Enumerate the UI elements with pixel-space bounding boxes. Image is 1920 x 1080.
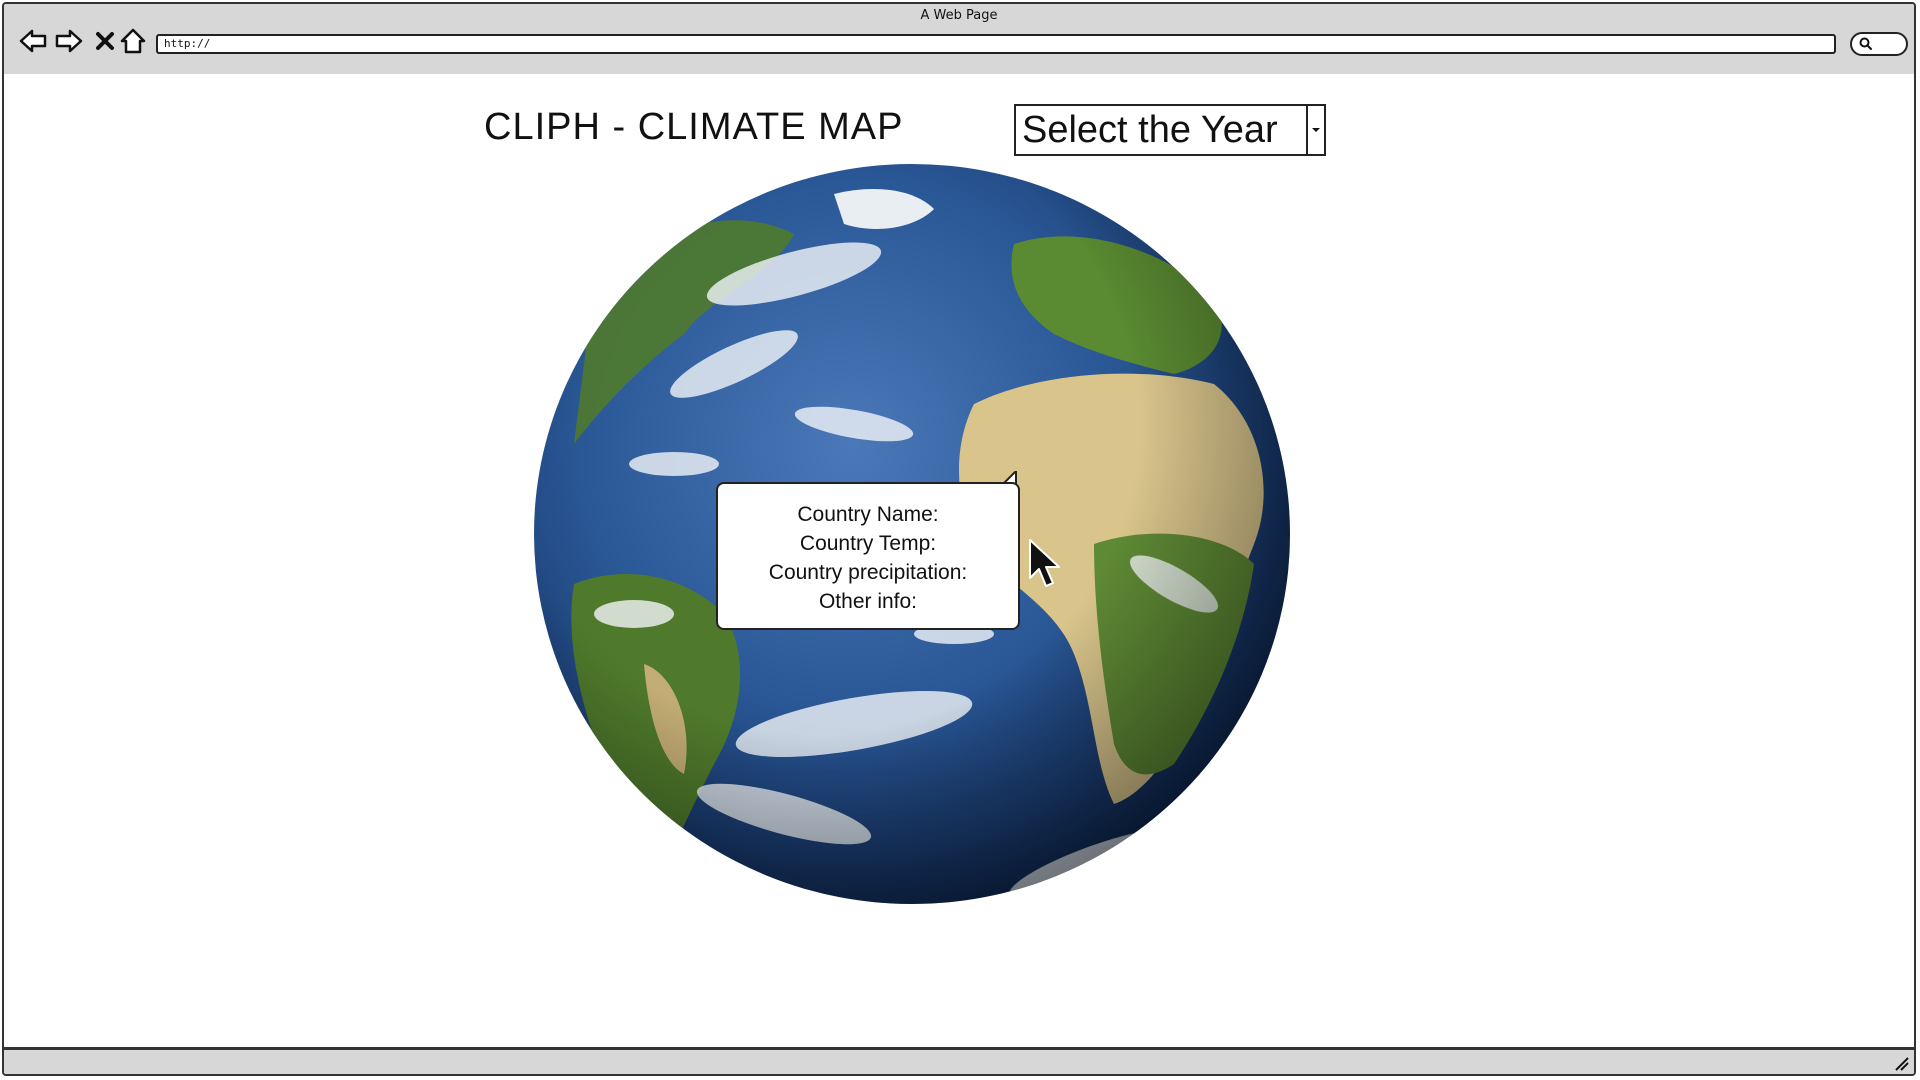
- home-button[interactable]: [118, 26, 148, 56]
- search-button[interactable]: [1850, 32, 1908, 56]
- window-title: A Web Page: [920, 8, 998, 23]
- browser-statusbar: [4, 1047, 1914, 1074]
- back-button[interactable]: [18, 26, 48, 56]
- country-info-tooltip: Country Name: Country Temp: Country prec…: [716, 482, 1020, 630]
- arrow-left-icon: [19, 29, 47, 53]
- browser-window: A Web Page http:// CLIPH - CLIMATE MAP S…: [2, 2, 1916, 1076]
- tooltip-country-name: Country Name:: [797, 503, 939, 526]
- page-title: CLIPH - CLIMATE MAP: [484, 106, 904, 148]
- resize-grip-icon[interactable]: [1892, 1054, 1910, 1072]
- arrow-right-icon: [55, 29, 83, 53]
- url-input[interactable]: http://: [156, 34, 1836, 54]
- year-select[interactable]: Select the Year: [1014, 104, 1326, 156]
- forward-button[interactable]: [54, 26, 84, 56]
- home-icon: [120, 28, 146, 54]
- close-icon: [96, 32, 114, 50]
- year-select-label: Select the Year: [1022, 109, 1278, 151]
- chevron-down-icon[interactable]: [1306, 106, 1324, 154]
- mouse-cursor-icon: [1029, 539, 1060, 587]
- tooltip-country-temp: Country Temp:: [799, 532, 937, 555]
- tooltip-other-info: Other info:: [818, 590, 918, 613]
- stop-button[interactable]: [90, 26, 120, 56]
- tooltip-country-precipitation: Country precipitation:: [768, 561, 968, 584]
- search-icon: [1859, 37, 1872, 50]
- browser-titlebar: A Web Page http://: [4, 4, 1914, 77]
